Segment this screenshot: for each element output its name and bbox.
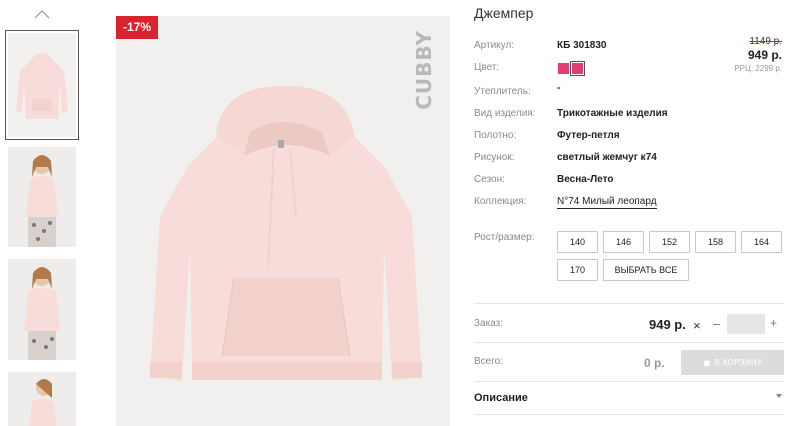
size-146[interactable]: 146 bbox=[603, 231, 644, 253]
color-swatch-selected[interactable] bbox=[570, 61, 585, 76]
color-label: Цвет: bbox=[474, 62, 500, 73]
decrement-button[interactable]: – bbox=[713, 316, 720, 331]
size-164[interactable]: 164 bbox=[741, 231, 782, 253]
size-170[interactable]: 170 bbox=[557, 259, 598, 281]
divider bbox=[474, 342, 784, 343]
product-info: Джемпер 1149 р. 949 р. РРЦ: 2299 р. Арти… bbox=[474, 0, 800, 426]
total-label: Всего: bbox=[474, 356, 503, 367]
divider bbox=[474, 381, 784, 382]
thumbnail-model-side[interactable] bbox=[8, 372, 76, 426]
rrc-price: РРЦ: 2299 р. bbox=[734, 64, 782, 73]
increment-button[interactable]: + bbox=[770, 316, 777, 330]
size-140[interactable]: 140 bbox=[557, 231, 598, 253]
type-label: Вид изделия: bbox=[474, 108, 536, 119]
type-value: Трикотажные изделия bbox=[557, 108, 668, 119]
size-158[interactable]: 158 bbox=[695, 231, 736, 253]
main-product-image: -17% CUBBY bbox=[116, 16, 450, 426]
add-to-cart-label: В КОРЗИНУ bbox=[714, 358, 763, 367]
insulation-label: Утеплитель: bbox=[474, 86, 531, 97]
article-value: КБ 301830 bbox=[557, 40, 607, 51]
fabric-value: Футер-петля bbox=[557, 130, 620, 141]
order-price: 949 р. bbox=[649, 317, 686, 332]
collection-link[interactable]: N°74 Милый леопард bbox=[557, 196, 657, 209]
season-value: Весна-Лето bbox=[557, 174, 614, 185]
article-label: Артикул: bbox=[474, 40, 515, 51]
current-price: 949 р. bbox=[747, 48, 782, 62]
collection-label: Коллекция: bbox=[474, 196, 527, 207]
color-swatch[interactable] bbox=[558, 63, 569, 74]
old-price: 1149 р. bbox=[749, 36, 782, 47]
pattern-value: светлый жемчуг к74 bbox=[557, 152, 657, 163]
thumbnail-strip bbox=[0, 0, 90, 426]
size-label: Рост/размер: bbox=[474, 232, 535, 243]
times-icon: × bbox=[693, 318, 701, 333]
quantity-input[interactable] bbox=[727, 314, 765, 334]
cart-icon bbox=[703, 359, 710, 366]
order-label: Заказ: bbox=[474, 318, 504, 329]
chevron-down-icon[interactable] bbox=[776, 394, 782, 398]
hoodie-image bbox=[116, 16, 450, 426]
add-to-cart-button[interactable]: В КОРЗИНУ bbox=[681, 350, 784, 375]
divider bbox=[474, 303, 784, 304]
product-title: Джемпер bbox=[474, 5, 534, 21]
select-all-sizes-button[interactable]: ВЫБРАТЬ ВСЕ bbox=[603, 259, 689, 281]
brand-logo: CUBBY bbox=[412, 30, 436, 110]
divider bbox=[474, 414, 784, 415]
thumbnail-hoodie[interactable] bbox=[5, 30, 79, 140]
insulation-value: " bbox=[557, 86, 561, 97]
thumbnail-model-front[interactable] bbox=[8, 147, 76, 247]
size-152[interactable]: 152 bbox=[649, 231, 690, 253]
chevron-up-icon[interactable] bbox=[34, 9, 50, 19]
discount-badge: -17% bbox=[116, 16, 159, 39]
thumbnail-model-hood[interactable] bbox=[8, 259, 76, 360]
pattern-label: Рисунок: bbox=[474, 152, 515, 163]
fabric-label: Полотно: bbox=[474, 130, 517, 141]
description-toggle[interactable]: Описание bbox=[474, 392, 528, 404]
total-value: 0 р. bbox=[644, 356, 665, 370]
season-label: Сезон: bbox=[474, 174, 505, 185]
